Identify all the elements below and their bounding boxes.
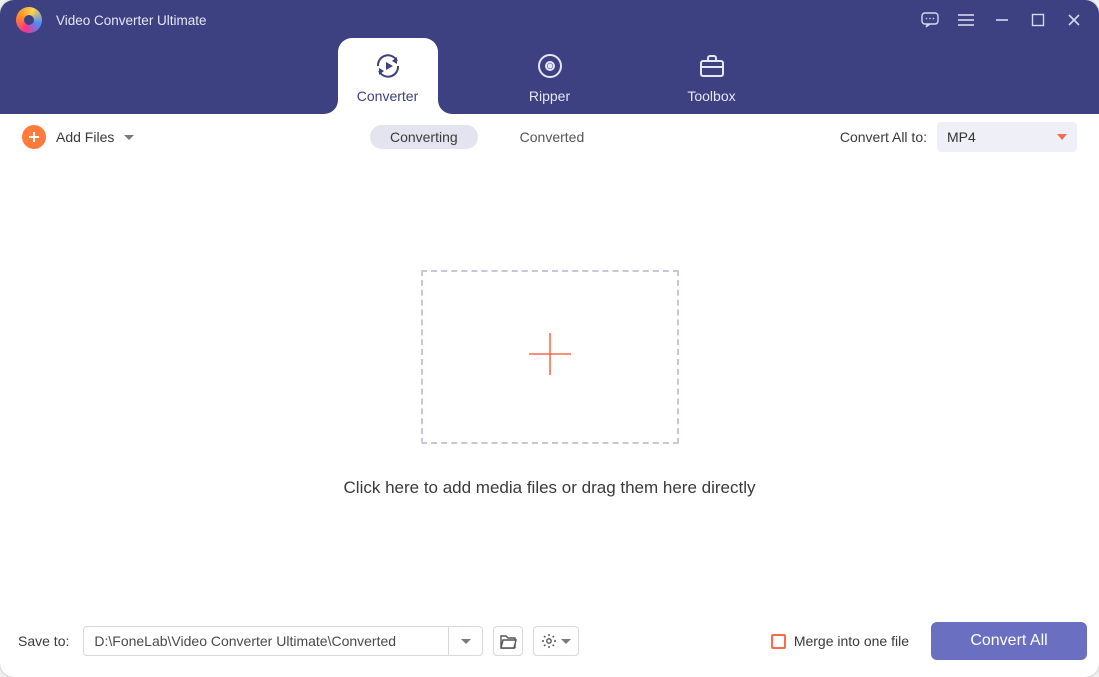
tab-label: Converter xyxy=(357,88,418,104)
app-logo-icon xyxy=(16,7,42,33)
tab-label: Toolbox xyxy=(687,88,735,104)
bottom-bar: Save to: D:\FoneLab\Video Converter Ulti… xyxy=(12,615,1087,667)
window-controls xyxy=(921,11,1083,29)
minimize-icon[interactable] xyxy=(993,11,1011,29)
status-tab-converted[interactable]: Converted xyxy=(500,125,605,149)
chevron-down-icon xyxy=(1057,134,1067,140)
main-tabs: Converter Ripper Toolbox xyxy=(0,38,1099,114)
save-to-label: Save to: xyxy=(12,633,69,649)
format-select[interactable]: MP4 xyxy=(937,122,1077,152)
drop-hint: Click here to add media files or drag th… xyxy=(344,478,756,498)
header: Video Converter Ultimate xyxy=(0,0,1099,114)
title-bar: Video Converter Ultimate xyxy=(0,0,1099,40)
app-title: Video Converter Ultimate xyxy=(56,13,207,28)
chevron-down-icon xyxy=(561,639,571,644)
save-path-dropdown[interactable] xyxy=(448,627,482,655)
main-area: Click here to add media files or drag th… xyxy=(12,160,1087,607)
plus-icon xyxy=(22,125,46,149)
convert-all-to-label: Convert All to: xyxy=(840,129,927,145)
status-tab-converting[interactable]: Converting xyxy=(370,125,478,149)
menu-icon[interactable] xyxy=(957,11,975,29)
app-window: Video Converter Ultimate xyxy=(0,0,1099,677)
save-path[interactable]: D:\FoneLab\Video Converter Ultimate\Conv… xyxy=(84,633,448,649)
ripper-icon xyxy=(536,52,564,80)
feedback-icon[interactable] xyxy=(921,11,939,29)
checkbox-icon xyxy=(771,634,786,649)
merge-label: Merge into one file xyxy=(794,633,909,649)
tab-ripper[interactable]: Ripper xyxy=(500,38,600,114)
convert-all-to: Convert All to: MP4 xyxy=(840,122,1077,152)
tab-toolbox[interactable]: Toolbox xyxy=(662,38,762,114)
toolbar: Add Files Converting Converted Convert A… xyxy=(0,114,1099,160)
maximize-icon[interactable] xyxy=(1029,11,1047,29)
add-files-button[interactable]: Add Files xyxy=(22,125,134,149)
merge-checkbox[interactable]: Merge into one file xyxy=(771,633,909,649)
tab-label: Ripper xyxy=(529,88,570,104)
toolbox-icon xyxy=(698,52,726,80)
status-tabs: Converting Converted xyxy=(370,125,604,149)
add-files-label: Add Files xyxy=(56,129,114,145)
settings-button[interactable] xyxy=(533,626,579,656)
close-icon[interactable] xyxy=(1065,11,1083,29)
converter-icon xyxy=(373,52,403,80)
save-path-box: D:\FoneLab\Video Converter Ultimate\Conv… xyxy=(83,626,483,656)
format-selected: MP4 xyxy=(947,129,976,145)
tab-converter[interactable]: Converter xyxy=(338,38,438,114)
convert-all-button[interactable]: Convert All xyxy=(931,622,1087,660)
chevron-down-icon xyxy=(461,639,471,644)
chevron-down-icon xyxy=(124,135,134,140)
open-folder-button[interactable] xyxy=(493,626,523,656)
plus-icon xyxy=(525,329,575,384)
drop-zone[interactable] xyxy=(421,270,679,444)
